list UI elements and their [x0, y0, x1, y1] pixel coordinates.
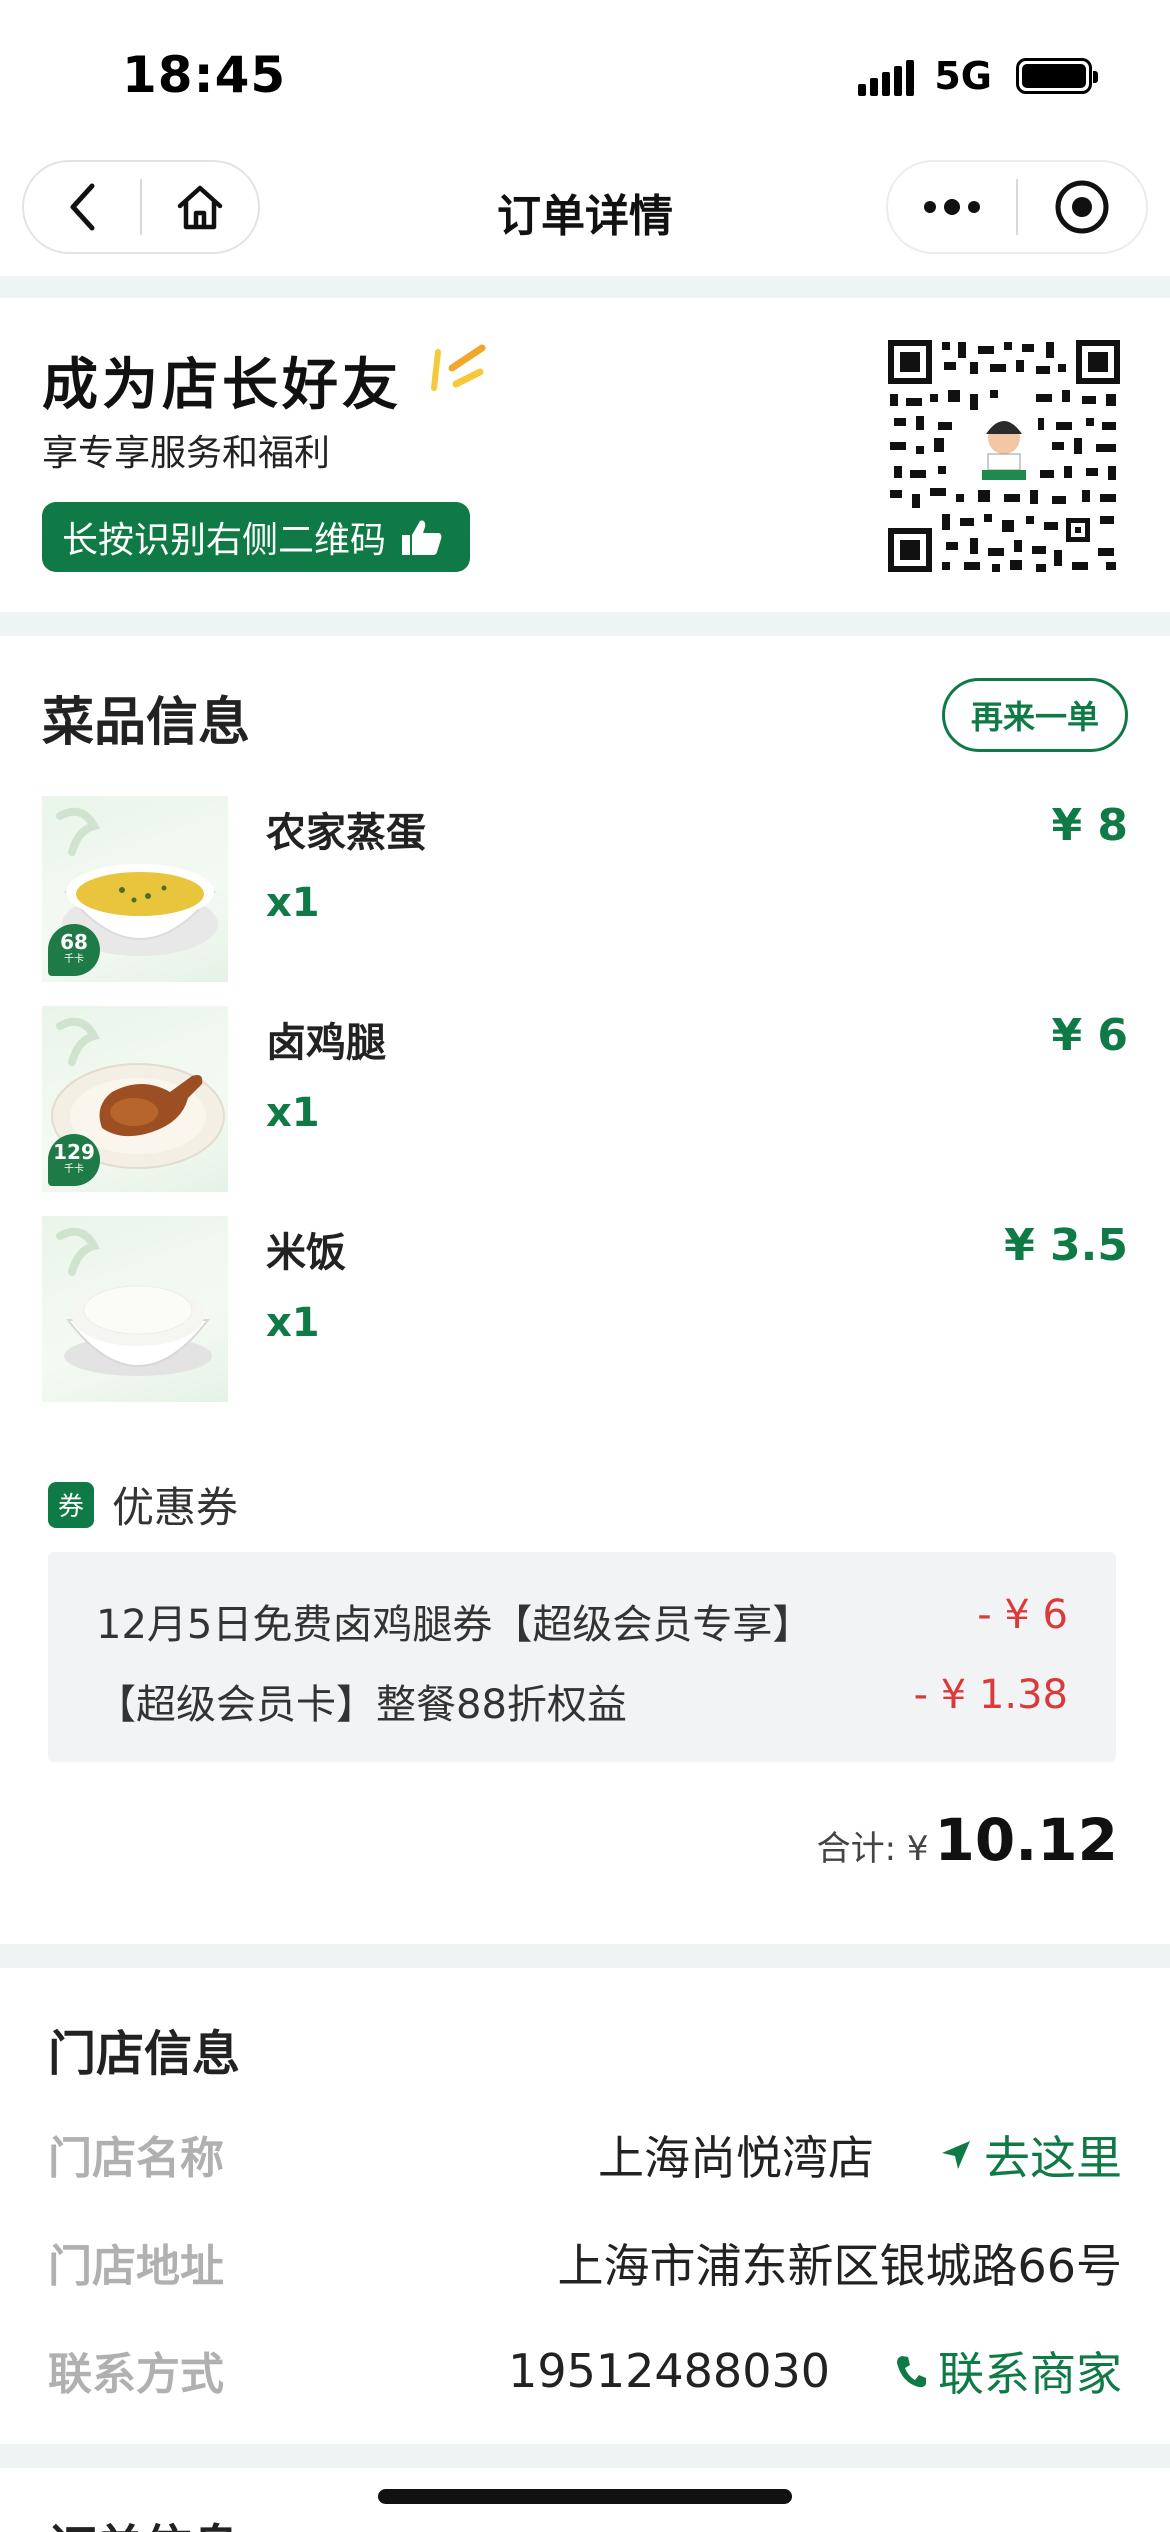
qr-code[interactable]: [886, 338, 1122, 574]
scan-qr-hint-button[interactable]: 长按识别右侧二维码: [42, 502, 470, 572]
dish-quantity: x1: [266, 1090, 320, 1136]
phone-icon: [897, 2356, 926, 2388]
calorie-badge: 68 千卡: [48, 924, 100, 976]
store-section-title: 门店信息: [48, 2026, 241, 2082]
coupon-tag-icon: 券: [48, 1481, 94, 1528]
status-bar: 18:45 5G: [0, 0, 1170, 150]
friend-title: 成为店长好友: [42, 353, 402, 418]
store-info-card: 门店信息 门店名称 上海尚悦湾店 去这里 门店地址 上海市浦东新区银城路66号 …: [0, 1968, 1170, 2444]
coupon-amount: - ¥ 1.38: [913, 1672, 1068, 1718]
network-type: 5G: [934, 54, 992, 98]
dish-image: 129 千卡: [42, 1006, 228, 1192]
contact-merchant-label: 联系商家: [938, 2347, 1122, 2401]
dish-quantity: x1: [266, 1300, 320, 1346]
dish-name: 米饭: [266, 1230, 346, 1276]
dish-price: ¥ 8: [1051, 800, 1128, 851]
navigate-label: 去这里: [984, 2131, 1122, 2185]
dish-section-title: 菜品信息: [42, 693, 251, 753]
store-address-key: 门店地址: [48, 2241, 224, 2292]
store-address-value-group: 上海市浦东新区银城路66号: [557, 2230, 1122, 2296]
dish-item[interactable]: 129 千卡 卤鸡腿 x1 ¥ 6: [42, 1006, 1128, 1192]
total-label: 合计: ¥: [816, 1829, 929, 1869]
store-address-row: 门店地址 上海市浦东新区银城路66号: [48, 2230, 1122, 2293]
store-contact-value-group: 19512488030 联系商家: [508, 2338, 1122, 2404]
dish-name: 卤鸡腿: [266, 1020, 386, 1066]
reorder-button[interactable]: 再来一单: [942, 678, 1128, 752]
sparkle-icon: [431, 344, 486, 391]
store-name-value-group: 上海尚悦湾店 去这里: [598, 2122, 1122, 2188]
store-contact-row: 联系方式 19512488030 联系商家: [48, 2338, 1122, 2401]
order-section-title: 订单信息: [48, 2508, 240, 2532]
coupon-label: 优惠券: [112, 1483, 239, 1532]
dish-price: ¥ 3.5: [1004, 1220, 1128, 1271]
store-contact-key: 联系方式: [48, 2349, 224, 2400]
dish-item[interactable]: 68 千卡 农家蒸蛋 x1 ¥ 8: [42, 796, 1128, 982]
nav-bar: 订单详情: [0, 150, 1170, 276]
store-phone-value: 19512488030: [508, 2344, 830, 2398]
contact-merchant-link[interactable]: 联系商家: [894, 2338, 1122, 2404]
coupon-item: 12月5日免费卤鸡腿券【超级会员专享】 - ¥ 6: [96, 1592, 1068, 1650]
store-name-value: 上海尚悦湾店: [598, 2131, 874, 2185]
order-total: 合计: ¥ 10.12: [817, 1806, 1118, 1874]
dish-quantity: x1: [266, 880, 320, 926]
store-address-value: 上海市浦东新区银城路66号: [557, 2239, 1122, 2293]
signal-icon: [858, 56, 915, 96]
store-manager-friend-card: 成为店长好友 享专享服务和福利 长按识别右侧二维码: [0, 298, 1170, 612]
coupon-name: 【超级会员卡】整餐88折权益: [96, 1682, 627, 1728]
more-button[interactable]: [888, 162, 1016, 252]
dish-image: [42, 1216, 228, 1402]
coupon-name: 12月5日免费卤鸡腿券【超级会员专享】: [96, 1602, 813, 1648]
dish-info-card: 菜品信息 再来一单 68 千卡 农家蒸蛋 x1 ¥ 8 129 千卡 卤鸡腿 x…: [0, 636, 1170, 1944]
calorie-badge: 129 千卡: [48, 1134, 100, 1186]
navigate-link[interactable]: 去这里: [938, 2122, 1122, 2188]
dish-name: 农家蒸蛋: [266, 810, 426, 856]
scan-qr-hint-label: 长按识别右侧二维码: [62, 520, 387, 561]
dish-price: ¥ 6: [1051, 1010, 1128, 1061]
status-time: 18:45: [122, 46, 287, 104]
coupon-amount: - ¥ 6: [977, 1592, 1068, 1638]
battery-icon: [1016, 58, 1098, 94]
home-indicator[interactable]: [378, 2489, 792, 2504]
dish-item[interactable]: 米饭 x1 ¥ 3.5: [42, 1216, 1128, 1402]
coupon-list: 12月5日免费卤鸡腿券【超级会员专享】 - ¥ 6 【超级会员卡】整餐88折权益…: [48, 1552, 1116, 1762]
nav-right-capsule: [886, 160, 1148, 254]
status-indicators: 5G: [858, 54, 1098, 98]
close-mini-program-button[interactable]: [1018, 162, 1146, 252]
dish-image: 68 千卡: [42, 796, 228, 982]
close-mini-program-icon: [1055, 180, 1109, 234]
navigate-icon: [942, 2141, 970, 2169]
coupon-header: 券 优惠券: [48, 1474, 238, 1535]
thumbs-up-icon: [402, 520, 442, 555]
store-name-key: 门店名称: [48, 2133, 224, 2184]
more-icon: [924, 199, 980, 215]
total-value: 10.12: [934, 1806, 1118, 1874]
coupon-item: 【超级会员卡】整餐88折权益 - ¥ 1.38: [96, 1672, 1068, 1730]
store-name-row: 门店名称 上海尚悦湾店 去这里: [48, 2122, 1122, 2185]
friend-subtitle: 享专享服务和福利: [42, 433, 331, 474]
